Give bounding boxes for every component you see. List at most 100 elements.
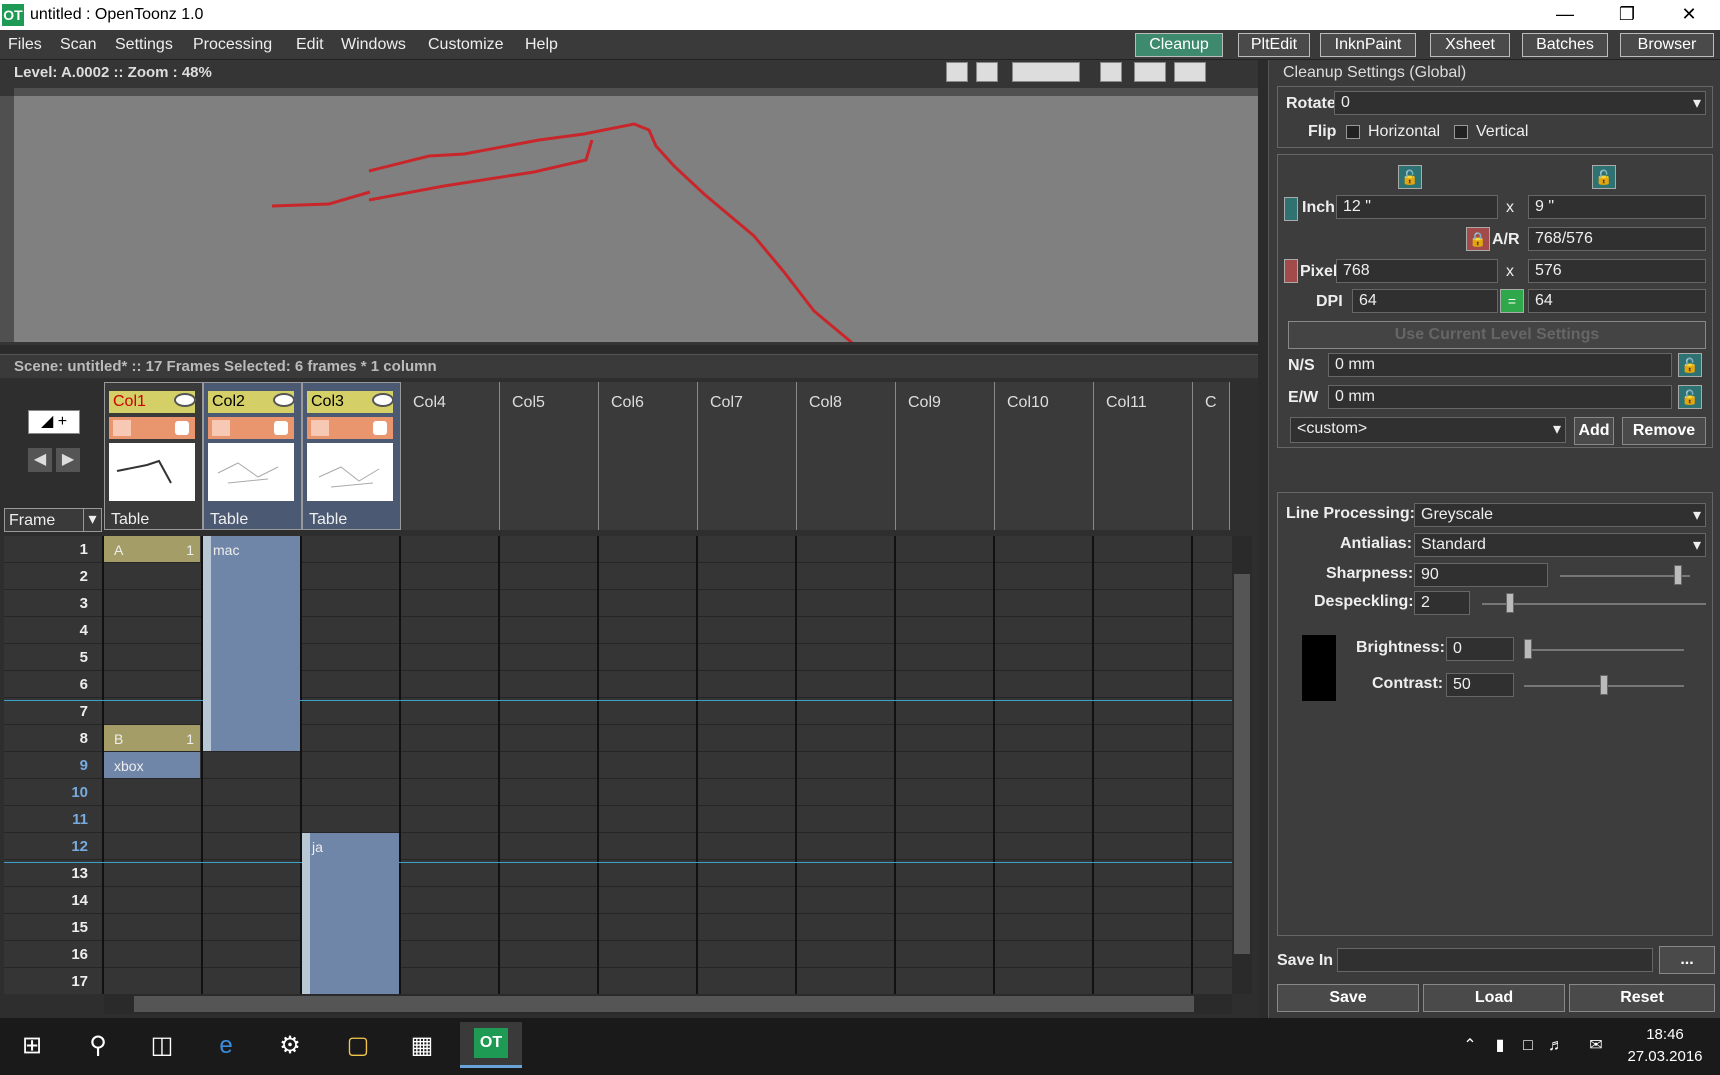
column-header-col10[interactable]: Col10 — [995, 382, 1094, 530]
menu-files[interactable]: Files — [8, 36, 42, 54]
frame-number[interactable]: 13 — [4, 865, 94, 882]
column-toggle-bar[interactable] — [109, 417, 195, 439]
volume-icon[interactable]: ♬ — [1538, 1028, 1574, 1064]
scroll-thumb[interactable] — [134, 996, 1194, 1012]
rotate-select[interactable]: 0 — [1334, 91, 1706, 115]
column-name[interactable]: Col7 — [710, 394, 743, 412]
dpi-x-field[interactable]: 64 — [1352, 289, 1498, 313]
preview-mode-icon[interactable] — [1012, 62, 1080, 82]
column-name[interactable]: Col5 — [512, 394, 545, 412]
column-name[interactable]: Col8 — [809, 394, 842, 412]
flip-horizontal-checkbox[interactable] — [1346, 125, 1360, 139]
ar-field[interactable]: 768/576 — [1528, 227, 1706, 251]
brightness-slider-handle[interactable] — [1524, 639, 1532, 659]
column-header-col6[interactable]: Col6 — [599, 382, 698, 530]
despeckling-field[interactable]: 2 — [1414, 591, 1470, 615]
cell-col1-xbox[interactable]: xbox — [104, 752, 200, 778]
frame-row[interactable]: 2 — [4, 563, 1232, 590]
frame-row[interactable]: 6 — [4, 671, 1232, 698]
frame-row[interactable]: 4 — [4, 617, 1232, 644]
frame-number[interactable]: 3 — [4, 595, 94, 612]
menu-settings[interactable]: Settings — [115, 36, 173, 54]
pixel-height-field[interactable]: 576 — [1528, 259, 1706, 283]
column-header-col3[interactable]: Col3 Table — [302, 382, 401, 530]
frame-number[interactable]: 17 — [4, 973, 94, 990]
column-name[interactable]: Col6 — [611, 394, 644, 412]
steam-icon[interactable]: ⚙ — [272, 1028, 308, 1064]
frame-row[interactable]: 15 — [4, 914, 1232, 941]
antialias-select[interactable]: Standard — [1414, 533, 1706, 557]
frame-number[interactable]: 12 — [4, 838, 94, 855]
column-header-col12[interactable]: C — [1193, 382, 1230, 530]
column-thumbnail[interactable] — [307, 443, 393, 501]
column-header-col9[interactable]: Col9 — [896, 382, 995, 530]
frame-row[interactable]: 5 — [4, 644, 1232, 671]
ew-field[interactable]: 0 mm — [1328, 385, 1672, 409]
chevron-down-icon[interactable]: ▾ — [83, 509, 101, 531]
close-icon[interactable]: ✕ — [1658, 0, 1720, 30]
frame-row[interactable]: 12 — [4, 833, 1232, 860]
reset-button[interactable]: Reset — [1569, 984, 1715, 1012]
column-header-col4[interactable]: Col4 — [401, 382, 500, 530]
column-name[interactable]: Col4 — [413, 394, 446, 412]
frame-row[interactable]: 10 — [4, 779, 1232, 806]
prev-arrow-icon[interactable]: ◀ — [28, 448, 52, 472]
dpi-y-field[interactable]: 64 — [1528, 289, 1706, 313]
inch-width-field[interactable]: 12 " — [1336, 195, 1498, 219]
frame-row[interactable]: 11 — [4, 806, 1232, 833]
opentoonz-taskbar-icon[interactable]: OT — [460, 1022, 522, 1068]
viewer-canvas[interactable] — [14, 96, 1258, 342]
menu-edit[interactable]: Edit — [296, 36, 324, 54]
store-icon[interactable]: ▦ — [404, 1028, 440, 1064]
ns-field[interactable]: 0 mm — [1328, 353, 1672, 377]
pegbar-label[interactable]: Table — [111, 511, 149, 529]
frame-number[interactable]: 2 — [4, 568, 94, 585]
column-name[interactable]: C — [1205, 394, 1217, 412]
eye-icon[interactable] — [273, 393, 295, 407]
cell-col1-b[interactable]: B 1 — [104, 725, 200, 751]
lock-icon[interactable]: 🔓 — [1592, 165, 1616, 189]
column-name[interactable]: Col9 — [908, 394, 941, 412]
save-button[interactable]: Save — [1277, 984, 1419, 1012]
room-pltedit[interactable]: PltEdit — [1238, 33, 1310, 57]
menu-processing[interactable]: Processing — [193, 36, 272, 54]
horizontal-scrollbar[interactable] — [104, 994, 1232, 1014]
minimize-icon[interactable]: — — [1534, 0, 1596, 30]
cell-col2-mac[interactable]: mac — [203, 536, 300, 751]
column-name[interactable]: Col11 — [1106, 394, 1147, 412]
frame-row[interactable]: 14 — [4, 887, 1232, 914]
file-explorer-icon[interactable]: ▢ — [340, 1028, 376, 1064]
snowflake-icon[interactable] — [1100, 62, 1122, 82]
frame-row[interactable]: 7 — [4, 698, 1232, 725]
menu-windows[interactable]: Windows — [341, 36, 406, 54]
preset-select[interactable]: <custom> — [1290, 417, 1566, 443]
remove-preset-button[interactable]: Remove — [1622, 417, 1706, 445]
frame-number[interactable]: 8 — [4, 730, 94, 747]
room-cleanup[interactable]: Cleanup — [1135, 33, 1223, 57]
column-thumbnail[interactable] — [208, 443, 294, 501]
edge-browser-icon[interactable]: e — [208, 1028, 244, 1064]
frame-number[interactable]: 1 — [4, 541, 94, 558]
frame-row[interactable]: 17 — [4, 968, 1232, 994]
frame-number[interactable]: 6 — [4, 676, 94, 693]
scroll-thumb[interactable] — [1234, 574, 1250, 954]
safe-area-icon[interactable] — [946, 62, 968, 82]
menu-customize[interactable]: Customize — [428, 36, 504, 54]
search-icon[interactable]: ⚲ — [80, 1028, 116, 1064]
column-header-col11[interactable]: Col11 — [1094, 382, 1193, 530]
maximize-icon[interactable]: ❐ — [1596, 0, 1658, 30]
eye-icon[interactable] — [1134, 62, 1166, 82]
frame-number[interactable]: 14 — [4, 892, 94, 909]
camera-eye-icon[interactable] — [1174, 62, 1206, 82]
eye-icon[interactable] — [372, 393, 394, 407]
brightness-field[interactable]: 0 — [1446, 637, 1514, 661]
sharpness-slider[interactable] — [1560, 575, 1690, 577]
room-browser[interactable]: Browser — [1620, 33, 1714, 57]
column-header-col5[interactable]: Col5 — [500, 382, 599, 530]
cell-col3-ja[interactable]: ja — [302, 833, 399, 994]
frame-number[interactable]: 4 — [4, 622, 94, 639]
brightness-slider[interactable] — [1524, 649, 1684, 651]
menu-help[interactable]: Help — [525, 36, 558, 54]
lock-icon[interactable] — [1284, 259, 1298, 283]
line-processing-select[interactable]: Greyscale — [1414, 503, 1706, 527]
